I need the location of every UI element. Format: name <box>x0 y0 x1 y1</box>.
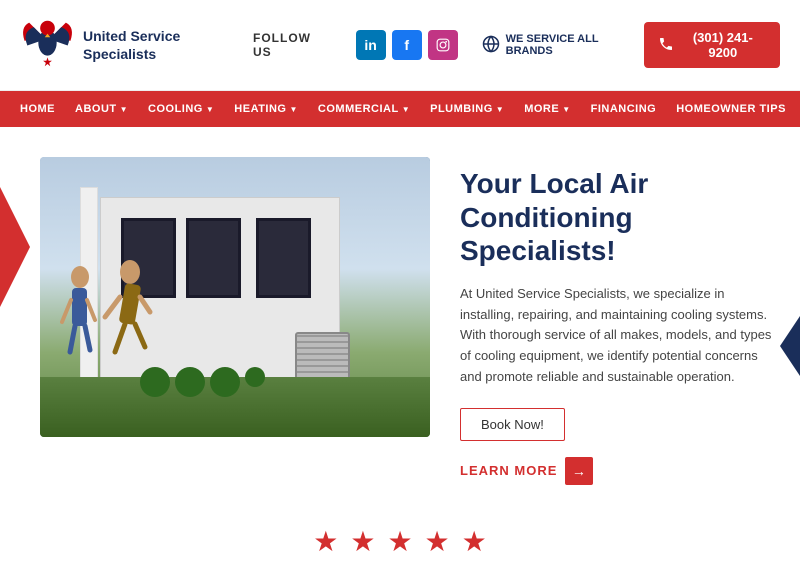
facebook-button[interactable]: f <box>392 30 422 60</box>
logo-icon <box>20 13 75 78</box>
phone-icon <box>658 36 674 55</box>
more-arrow: ▼ <box>562 105 570 114</box>
nav-financing[interactable]: FINANCING <box>581 91 667 127</box>
phone-number: (301) 241-9200 <box>680 30 766 60</box>
logo-text: United Service Specialists <box>83 27 253 63</box>
social-icons: in f <box>356 30 458 60</box>
linkedin-button[interactable]: in <box>356 30 386 60</box>
globe-icon <box>482 35 500 56</box>
star-1: ★ <box>313 525 338 558</box>
star-5: ★ <box>462 525 487 558</box>
nav-cooling[interactable]: COOLING ▼ <box>138 91 224 127</box>
star-4: ★ <box>425 525 450 558</box>
header-right: (301) 241-9200 <box>644 22 780 68</box>
header-center: FOLLOW US in f WE SERVICE ALL BRANDS <box>253 30 644 60</box>
hero-description: At United Service Specialists, we specia… <box>460 284 780 388</box>
plumbing-arrow: ▼ <box>496 105 504 114</box>
follow-us-label: FOLLOW US <box>253 31 332 59</box>
about-arrow: ▼ <box>120 105 128 114</box>
navigation: HOME ABOUT ▼ COOLING ▼ HEATING ▼ COMMERC… <box>0 91 800 127</box>
shrub-3 <box>210 367 240 397</box>
phone-button[interactable]: (301) 241-9200 <box>644 22 780 68</box>
left-triangle-decoration <box>0 187 30 307</box>
nav-more[interactable]: MORE ▼ <box>514 91 580 127</box>
learn-more-arrow: → <box>565 457 593 485</box>
hero-image-wrapper <box>40 157 430 437</box>
star-2: ★ <box>350 525 375 558</box>
service-brands-text: WE SERVICE ALL BRANDS <box>506 33 644 57</box>
service-brands: WE SERVICE ALL BRANDS <box>482 33 644 57</box>
nav-commercial[interactable]: COMMERCIAL ▼ <box>308 91 420 127</box>
nav-plumbing[interactable]: PLUMBING ▼ <box>420 91 514 127</box>
main-content: Your Local Air Conditioning Specialists!… <box>0 127 800 505</box>
nav-heating[interactable]: HEATING ▼ <box>224 91 308 127</box>
book-now-button[interactable]: Book Now! <box>460 408 565 441</box>
nav-homeowner-tips[interactable]: HOMEOWNER TIPS <box>666 91 796 127</box>
heating-arrow: ▼ <box>289 105 297 114</box>
logo-name-text: United Service Specialists <box>83 27 253 63</box>
hero-title: Your Local Air Conditioning Specialists! <box>460 167 780 268</box>
people-silhouette <box>60 252 180 392</box>
logo-area: United Service Specialists <box>20 13 253 78</box>
nav-about[interactable]: ABOUT ▼ <box>65 91 138 127</box>
commercial-arrow: ▼ <box>402 105 410 114</box>
shrub-4 <box>245 367 265 387</box>
header: United Service Specialists FOLLOW US in … <box>0 0 800 91</box>
instagram-button[interactable] <box>428 30 458 60</box>
cooling-arrow: ▼ <box>206 105 214 114</box>
nav-home[interactable]: HOME <box>10 91 65 127</box>
window-3 <box>256 218 311 298</box>
learn-more-link[interactable]: LEARN MORE → <box>460 457 780 485</box>
stars-row: ★ ★ ★ ★ ★ <box>0 505 800 568</box>
star-3: ★ <box>387 525 412 558</box>
window-2 <box>186 218 241 298</box>
content-right: Your Local Air Conditioning Specialists!… <box>460 157 780 485</box>
nav-contact[interactable]: CONTACT US <box>796 91 800 127</box>
learn-more-text: LEARN MORE <box>460 463 557 478</box>
hero-image <box>40 157 430 437</box>
right-triangle-decoration <box>780 316 800 376</box>
